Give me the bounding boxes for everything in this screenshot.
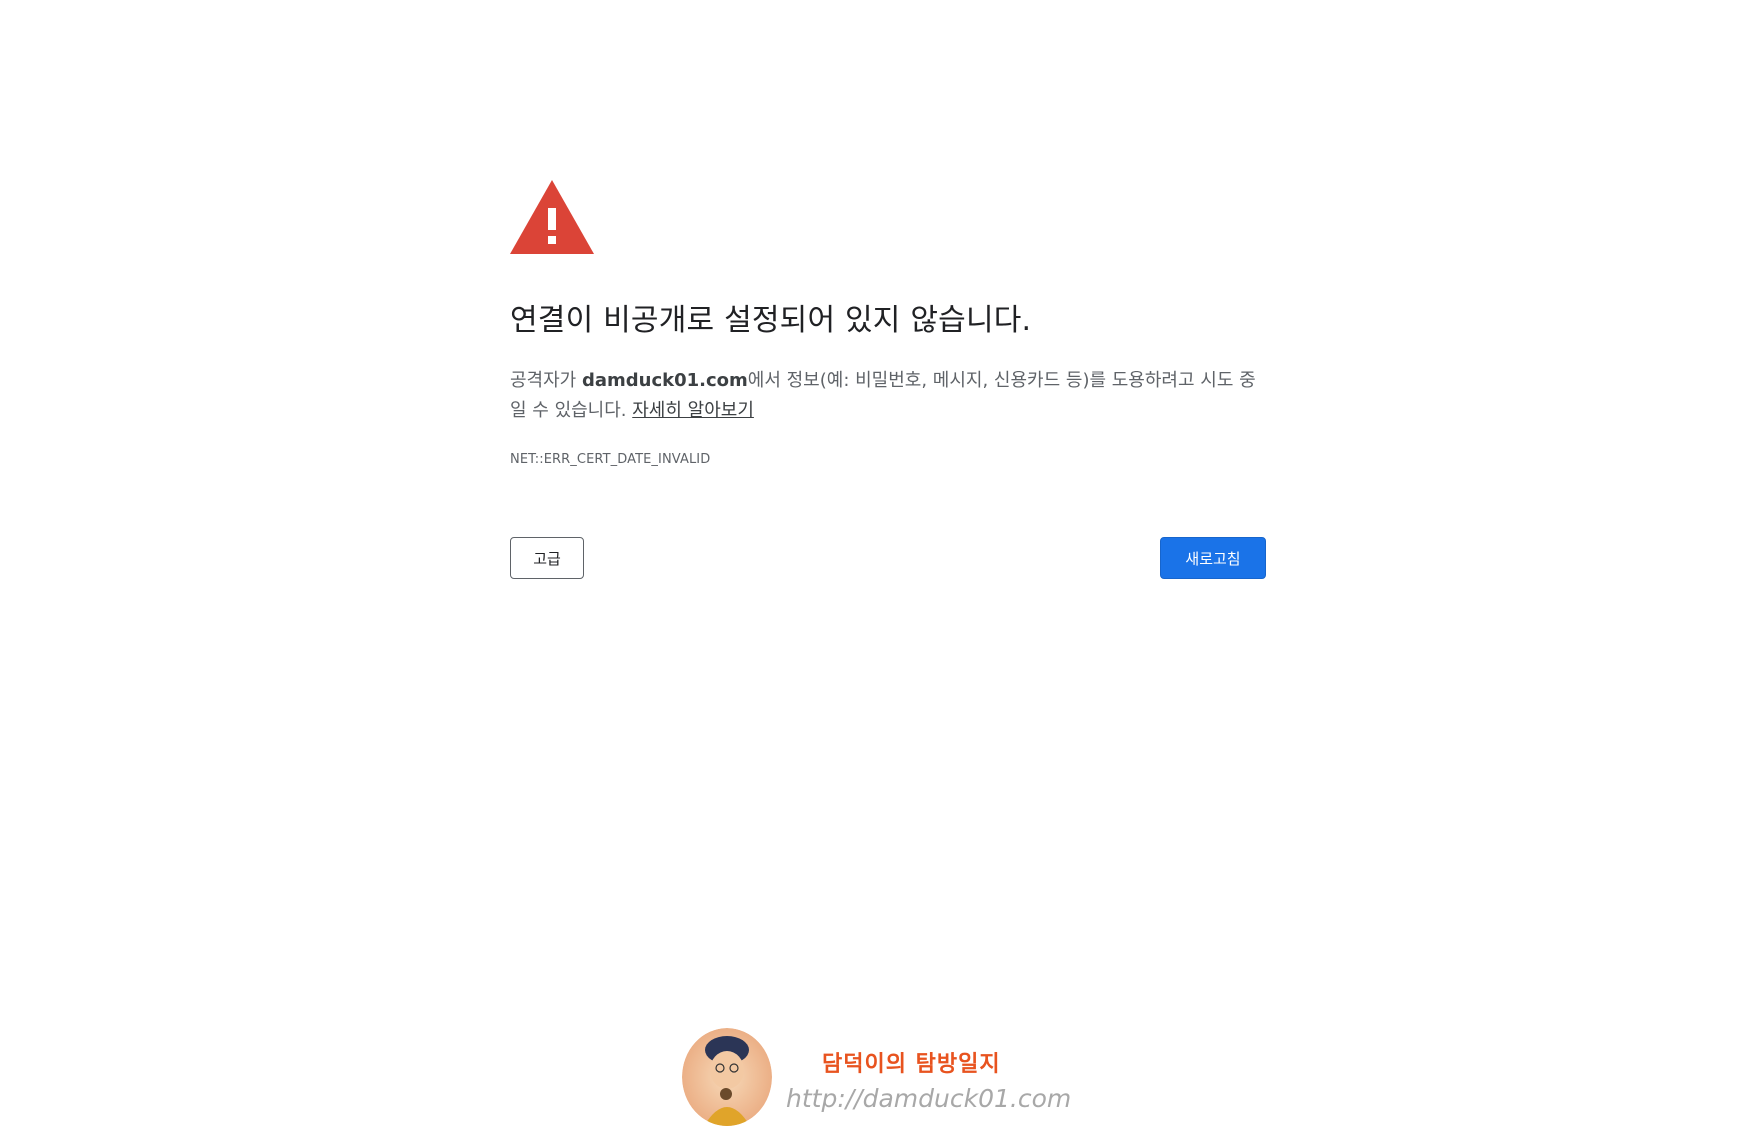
page-title: 연결이 비공개로 설정되어 있지 않습니다.: [510, 303, 1032, 338]
reload-button[interactable]: 새로고침: [1160, 537, 1266, 579]
error-code: NET::ERR_CERT_DATE_INVALID: [510, 452, 711, 467]
explanation-prefix: 공격자가: [510, 370, 582, 391]
advanced-button[interactable]: 고급: [510, 537, 584, 579]
explanation-text: 공격자가 damduck01.com에서 정보(예: 비밀번호, 메시지, 신용…: [510, 366, 1266, 426]
button-row: 고급 새로고침: [510, 537, 1266, 581]
warning-triangle-icon: [510, 180, 594, 254]
avatar: [682, 1028, 772, 1126]
watermark-title: 담덕이의 탐방일지: [822, 1052, 1001, 1077]
watermark-url: http://damduck01.com: [786, 1084, 1072, 1113]
blog-watermark: 담덕이의 탐방일지 http://damduck01.com: [682, 1028, 1071, 1128]
learn-more-link[interactable]: 자세히 알아보기: [632, 400, 754, 421]
domain-name: damduck01.com: [581, 370, 748, 391]
interstitial-content: 연결이 비공개로 설정되어 있지 않습니다. 공격자가 damduck01.co…: [510, 180, 1266, 581]
